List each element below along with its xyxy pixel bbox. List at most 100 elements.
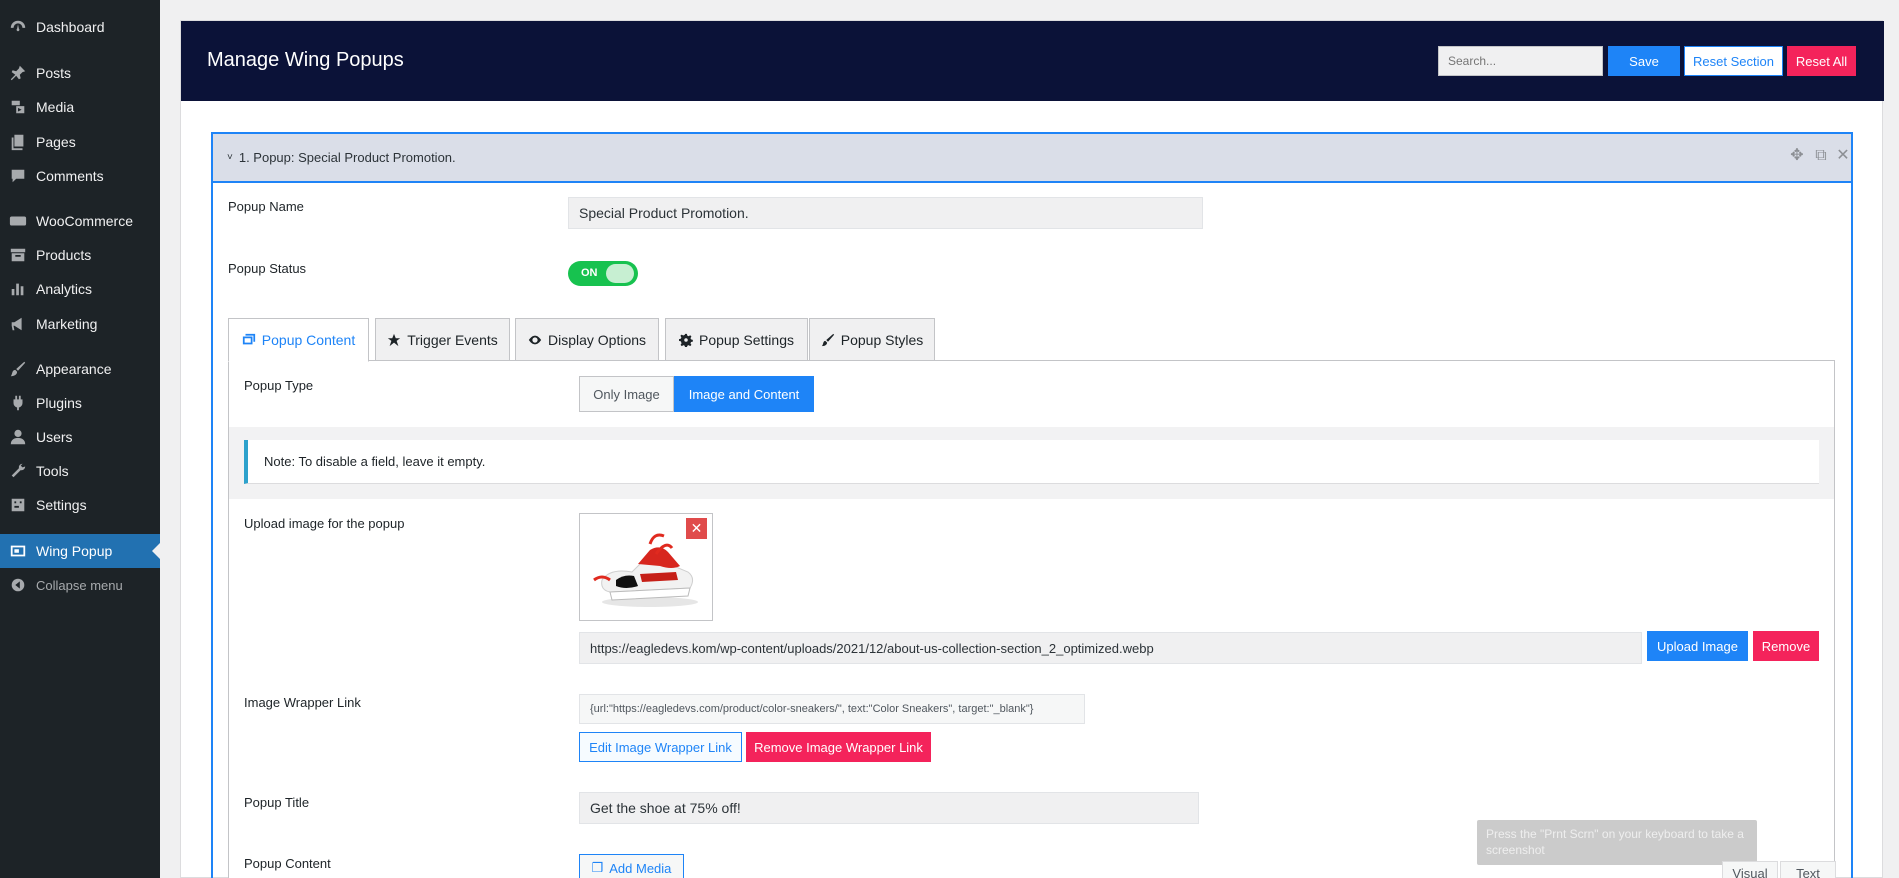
remove-image-icon[interactable]: ✕ <box>686 518 707 539</box>
chevron-down-icon[interactable]: ˅ <box>227 152 233 163</box>
sidebar-item-label: Comments <box>36 168 104 184</box>
tab-popup-settings[interactable]: Popup Settings <box>665 318 808 361</box>
page-title: Manage Wing Popups <box>207 49 404 71</box>
megaphone-icon <box>8 315 28 333</box>
popup-type-image-and-content[interactable]: Image and Content <box>674 376 814 412</box>
add-media-button[interactable]: ❒ Add Media <box>579 854 684 878</box>
sidebar-item-marketing[interactable]: Marketing <box>0 310 160 338</box>
popup-icon <box>8 542 28 560</box>
sidebar-item-appearance[interactable]: Appearance <box>0 355 160 383</box>
popup-content-label: Popup Content <box>244 856 331 871</box>
duplicate-icon[interactable]: ⧉ <box>1813 148 1829 164</box>
popup-name-field[interactable]: Special Product Promotion. <box>568 197 1203 229</box>
collapse-icon <box>8 576 28 594</box>
eye-icon <box>528 335 542 344</box>
popup-title-field[interactable]: Get the shoe at 75% off! <box>579 792 1199 824</box>
sidebar-item-woocommerce[interactable]: WooCommerce <box>0 207 160 235</box>
tab-trigger-events[interactable]: Trigger Events <box>375 318 510 361</box>
image-wrapper-link-label: Image Wrapper Link <box>244 695 361 710</box>
comment-icon <box>8 167 28 185</box>
sidebar-item-tools[interactable]: Tools <box>0 457 160 485</box>
sidebar-item-label: Wing Popup <box>36 543 113 559</box>
upload-image-label: Upload image for the popup <box>244 516 405 531</box>
sidebar-item-wing-popup[interactable]: Wing Popup <box>0 534 160 568</box>
popup-name-label: Popup Name <box>228 199 304 214</box>
sidebar-item-label: Dashboard <box>36 19 105 35</box>
sidebar-item-pages[interactable]: Pages <box>0 128 160 156</box>
add-media-icon: ❒ <box>591 860 604 875</box>
sidebar-item-settings[interactable]: Settings <box>0 491 160 519</box>
close-icon[interactable]: ✕ <box>1835 148 1851 164</box>
pin-icon <box>8 64 28 82</box>
screenshot-tooltip: Press the "Prnt Scrn" on your keyboard t… <box>1477 820 1757 865</box>
editor-tab-text[interactable]: Text <box>1780 861 1836 878</box>
popup-status-toggle[interactable]: ON <box>568 261 638 286</box>
bar-chart-icon <box>8 280 28 298</box>
sidebar-item-comments[interactable]: Comments <box>0 162 160 190</box>
sidebar-item-label: Tools <box>36 463 69 479</box>
popup-title-label: Popup Title <box>244 795 310 810</box>
upload-image-button[interactable]: Upload Image <box>1647 631 1748 661</box>
dashboard-icon <box>8 18 28 36</box>
reset-section-button[interactable]: Reset Section <box>1684 46 1783 76</box>
add-media-label: Add Media <box>609 860 672 876</box>
popup-type-only-image[interactable]: Only Image <box>579 376 674 412</box>
sidebar-item-label: Settings <box>36 497 87 513</box>
tab-label: Popup Settings <box>699 331 794 348</box>
sidebar-item-label: Products <box>36 247 92 263</box>
tab-label: Popup Styles <box>840 331 924 348</box>
sidebar-item-media[interactable]: Media <box>0 93 160 121</box>
tab-label: Trigger Events <box>407 331 498 348</box>
sidebar-item-posts[interactable]: Posts <box>0 59 160 87</box>
wrench-icon <box>8 462 28 480</box>
sidebar-item-label: Users <box>36 429 73 445</box>
collapse-menu-button[interactable]: Collapse menu <box>0 571 160 599</box>
sidebar-item-analytics[interactable]: Analytics <box>0 275 160 303</box>
save-button[interactable]: Save <box>1608 46 1680 76</box>
sidebar-item-dashboard[interactable]: Dashboard <box>0 13 160 41</box>
media-icon <box>8 98 28 116</box>
toggle-knob <box>606 264 634 283</box>
admin-sidebar: Dashboard Posts Media Pages Comments Woo… <box>0 0 160 878</box>
sidebar-item-products[interactable]: Products <box>0 241 160 269</box>
note-box: Note: To disable a field, leave it empty… <box>244 440 1819 484</box>
sidebar-item-plugins[interactable]: Plugins <box>0 389 160 417</box>
tab-popup-content[interactable]: Popup Content <box>228 318 369 362</box>
brush-icon <box>821 333 834 346</box>
remove-image-wrapper-link-button[interactable]: Remove Image Wrapper Link <box>746 732 931 762</box>
sidebar-item-label: Media <box>36 99 75 115</box>
sidebar-item-label: Collapse menu <box>36 577 123 593</box>
archive-icon <box>8 246 28 264</box>
pages-icon <box>8 133 28 151</box>
editor-tab-visual[interactable]: Visual <box>1722 861 1778 878</box>
user-icon <box>8 428 28 446</box>
reset-all-button[interactable]: Reset All <box>1787 46 1856 76</box>
woo-icon <box>8 212 28 230</box>
remove-image-button[interactable]: Remove <box>1753 631 1819 661</box>
image-icon <box>242 333 255 345</box>
brush-icon <box>8 360 28 378</box>
sidebar-item-label: Plugins <box>36 395 82 411</box>
sidebar-item-label: Analytics <box>36 281 93 297</box>
sidebar-item-label: Appearance <box>36 361 112 377</box>
gear-icon <box>679 333 693 347</box>
toggle-state: ON <box>581 267 598 279</box>
edit-image-wrapper-link-button[interactable]: Edit Image Wrapper Link <box>579 732 742 762</box>
popup-status-label: Popup Status <box>228 261 307 276</box>
star-icon <box>388 333 401 346</box>
tab-popup-styles[interactable]: Popup Styles <box>809 318 935 361</box>
accordion-header[interactable]: ˅ 1. Popup: Special Product Promotion. ✥… <box>213 134 1851 183</box>
accordion-title-wrap: ˅ 1. Popup: Special Product Promotion. <box>227 150 456 165</box>
sidebar-item-label: WooCommerce <box>36 213 133 229</box>
search-input[interactable] <box>1438 46 1603 76</box>
tab-display-options[interactable]: Display Options <box>515 318 659 361</box>
image-url-field[interactable]: https://eagledevs.kom/wp-content/uploads… <box>579 632 1642 664</box>
move-icon[interactable]: ✥ <box>1789 148 1805 164</box>
plug-icon <box>8 394 28 412</box>
sidebar-item-label: Marketing <box>36 316 98 332</box>
page-header: Manage Wing Popups Save Reset Section Re… <box>181 21 1884 101</box>
sidebar-item-label: Posts <box>36 65 72 81</box>
sliders-icon <box>8 496 28 514</box>
sidebar-item-users[interactable]: Users <box>0 423 160 451</box>
image-wrapper-link-field[interactable]: {url:"https://eagledevs.com/product/colo… <box>579 694 1085 724</box>
